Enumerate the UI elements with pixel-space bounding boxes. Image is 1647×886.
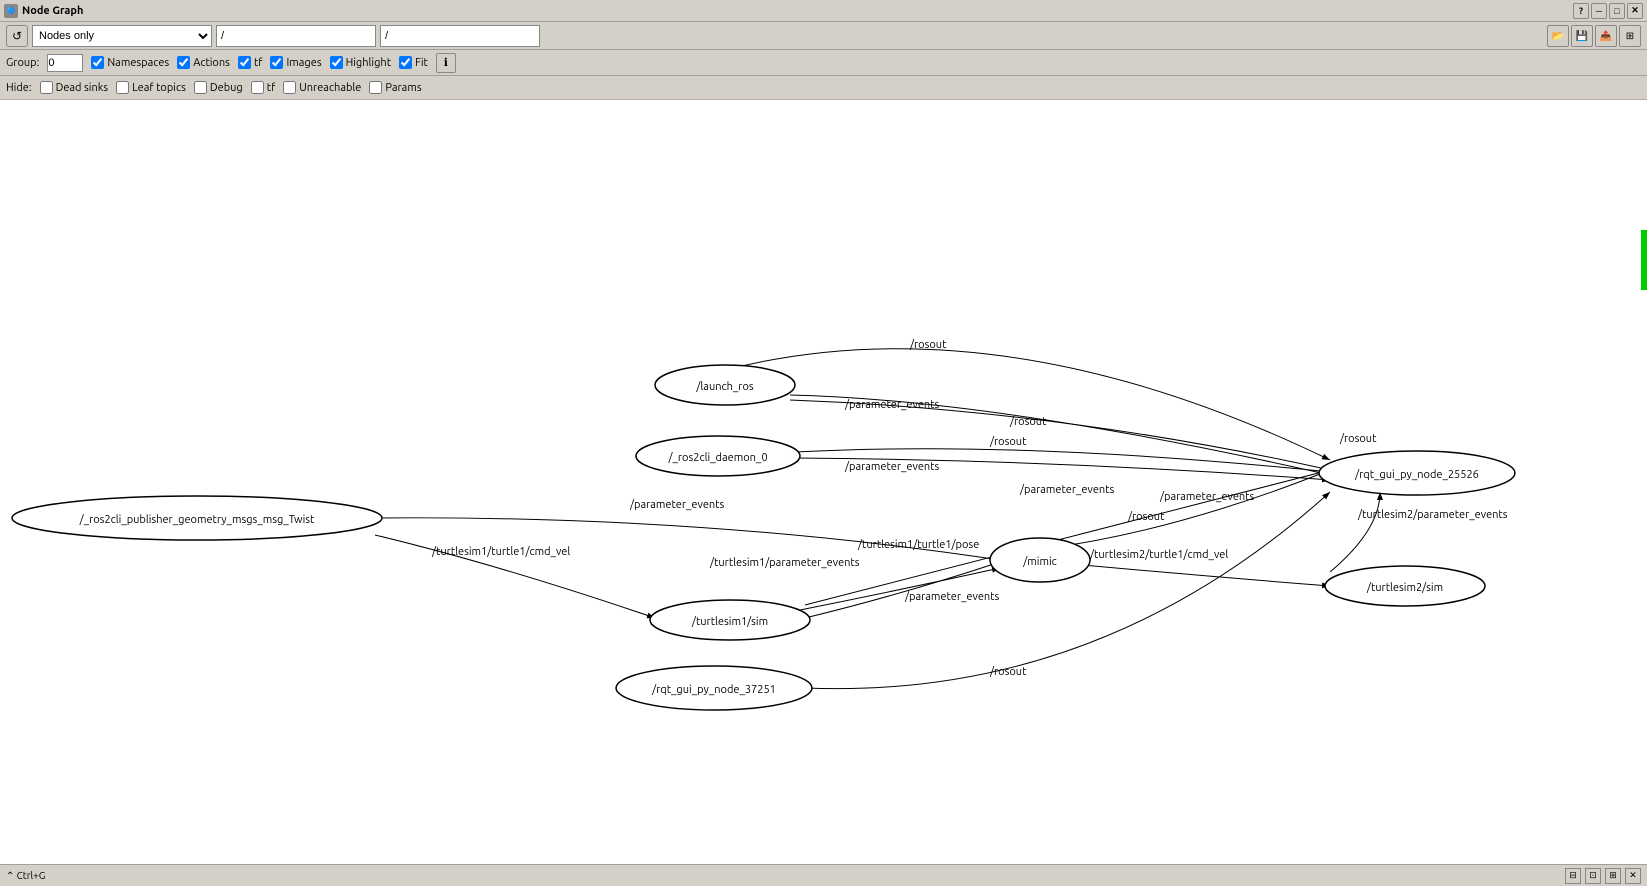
window-title: Node Graph xyxy=(22,5,1573,17)
node-label-t1sim: /turtlesim1/sim xyxy=(691,616,768,628)
status-right-buttons: ⊟ ⊡ ⊞ ✕ xyxy=(1565,868,1641,884)
export-button[interactable]: 📤 xyxy=(1595,25,1617,47)
display-mode-select[interactable]: Nodes only Nodes/Topics (active) Nodes/T… xyxy=(32,25,212,47)
edge-label-t2param: /turtlesim2/parameter_events xyxy=(1357,509,1508,521)
edge-rosout-mimic xyxy=(1050,470,1330,548)
edge-label-param-mimic: /parameter_events xyxy=(904,591,1000,603)
edge-label-rosout-top: /rosout xyxy=(909,339,947,351)
actions-label[interactable]: Actions xyxy=(177,56,230,69)
save-button[interactable]: 💾 xyxy=(1571,25,1593,47)
node-label-launch-ros: /launch_ros xyxy=(695,381,754,393)
edge-label-cmdvel: /turtlesim1/turtle1/cmd_vel xyxy=(431,546,570,558)
refresh-button[interactable]: ↺ xyxy=(6,25,28,47)
edge-t1param xyxy=(805,562,1000,618)
edge-t1pose xyxy=(800,568,1000,610)
leaf-topics-label[interactable]: Leaf topics xyxy=(116,81,186,94)
dead-sinks-checkbox[interactable] xyxy=(40,81,53,94)
group-input[interactable] xyxy=(47,54,83,72)
window-controls: ? ─ □ ✕ xyxy=(1573,3,1643,19)
params-checkbox[interactable] xyxy=(369,81,382,94)
tf-checkbox[interactable] xyxy=(238,56,251,69)
actions-checkbox[interactable] xyxy=(177,56,190,69)
edge-label-rosout-launch2: /rosout xyxy=(1009,416,1047,428)
info-button[interactable]: ℹ xyxy=(436,53,456,73)
unreachable-checkbox[interactable] xyxy=(283,81,296,94)
fit-label[interactable]: Fit xyxy=(399,56,428,69)
highlight-checkbox[interactable] xyxy=(330,56,343,69)
node-label-rqt37: /rqt_gui_py_node_37251 xyxy=(651,684,776,696)
tf-option-label[interactable]: tf xyxy=(238,56,263,69)
edge-label-t2cmdvel: /turtlesim2/turtle1/cmd_vel xyxy=(1089,549,1228,561)
edge-label-param-launch: /parameter_events xyxy=(844,399,940,411)
images-label[interactable]: Images xyxy=(270,56,321,69)
graph-canvas[interactable]: /rosout /parameter_events /rosout /param… xyxy=(0,100,1647,864)
edge-label-t1param-rqt: /parameter_events xyxy=(1019,484,1115,496)
edge-label-t1pose: /turtlesim1/turtle1/pose xyxy=(857,539,979,551)
group-label: Group: xyxy=(6,57,39,69)
node-label-t2sim: /turtlesim2/sim xyxy=(1366,582,1443,594)
help-btn[interactable]: ? xyxy=(1573,3,1589,19)
hide-label: Hide: xyxy=(6,82,32,94)
edge-label-t1param: /turtlesim1/parameter_events xyxy=(709,557,860,569)
status-bar: ⌃ Ctrl+G ⊟ ⊡ ⊞ ✕ xyxy=(0,864,1647,886)
namespace-input[interactable] xyxy=(216,25,376,47)
maximize-title-btn[interactable]: □ xyxy=(1609,3,1625,19)
edge-t2param xyxy=(1330,492,1380,572)
leaf-topics-checkbox[interactable] xyxy=(116,81,129,94)
main-window: 🔷 Node Graph ? ─ □ ✕ ↺ Nodes only Nodes/… xyxy=(0,0,1647,886)
status-btn-1[interactable]: ⊟ xyxy=(1565,868,1581,884)
status-btn-2[interactable]: ⊡ xyxy=(1585,868,1601,884)
open-button[interactable]: 📂 xyxy=(1547,25,1569,47)
debug-label[interactable]: Debug xyxy=(194,81,243,94)
params-label[interactable]: Params xyxy=(369,81,421,94)
edge-label-param-pub: /parameter_events xyxy=(629,499,725,511)
options-bar: Group: Namespaces Actions tf Images High… xyxy=(0,50,1647,76)
edge-label-rosout-rqt37: /rosout xyxy=(989,666,1027,678)
node-label-mimic: /mimic xyxy=(1022,556,1057,568)
close-btn[interactable]: ✕ xyxy=(1627,3,1643,19)
edge-rosout-rqt37 xyxy=(805,492,1330,689)
edge-label-rosout-daemon: /rosout xyxy=(989,436,1027,448)
dead-sinks-label[interactable]: Dead sinks xyxy=(40,81,109,94)
status-btn-close[interactable]: ✕ xyxy=(1625,868,1641,884)
node-label-rqt25: /rqt_gui_py_node_25526 xyxy=(1354,469,1479,481)
keyboard-shortcut: ⌃ Ctrl+G xyxy=(6,870,45,882)
namespaces-label[interactable]: Namespaces xyxy=(91,56,169,69)
tf-hide-label[interactable]: tf xyxy=(251,81,276,94)
fit-checkbox[interactable] xyxy=(399,56,412,69)
namespaces-checkbox[interactable] xyxy=(91,56,104,69)
highlight-label[interactable]: Highlight xyxy=(330,56,391,69)
toolbar: ↺ Nodes only Nodes/Topics (active) Nodes… xyxy=(0,22,1647,50)
hide-bar: Hide: Dead sinks Leaf topics Debug tf Un… xyxy=(0,76,1647,100)
maximize-graph-button[interactable]: ⊞ xyxy=(1619,25,1641,47)
status-btn-3[interactable]: ⊞ xyxy=(1605,868,1621,884)
edge-label-rosout-mimic: /rosout xyxy=(1127,511,1165,523)
edge-label-param-daemon: /parameter_events xyxy=(844,461,940,473)
minimize-btn[interactable]: ─ xyxy=(1591,3,1607,19)
debug-checkbox[interactable] xyxy=(194,81,207,94)
graph-svg: /rosout /parameter_events /rosout /param… xyxy=(0,100,1647,864)
title-bar: 🔷 Node Graph ? ─ □ ✕ xyxy=(0,0,1647,22)
node-label-publisher: /_ros2cli_publisher_geometry_msgs_msg_Tw… xyxy=(79,514,315,526)
tf-hide-checkbox[interactable] xyxy=(251,81,264,94)
toolbar-right-buttons: 📂 💾 📤 ⊞ xyxy=(1547,25,1641,47)
edge-t2cmdvel xyxy=(1050,562,1330,586)
images-checkbox[interactable] xyxy=(270,56,283,69)
app-icon: 🔷 xyxy=(4,4,18,18)
edge-label-rosout-rqt: /rosout xyxy=(1339,433,1377,445)
edge-rosout-top xyxy=(725,349,1330,460)
node-label-daemon: /_ros2cli_daemon_0 xyxy=(667,452,767,464)
highlight-input[interactable] xyxy=(380,25,540,47)
unreachable-label[interactable]: Unreachable xyxy=(283,81,361,94)
